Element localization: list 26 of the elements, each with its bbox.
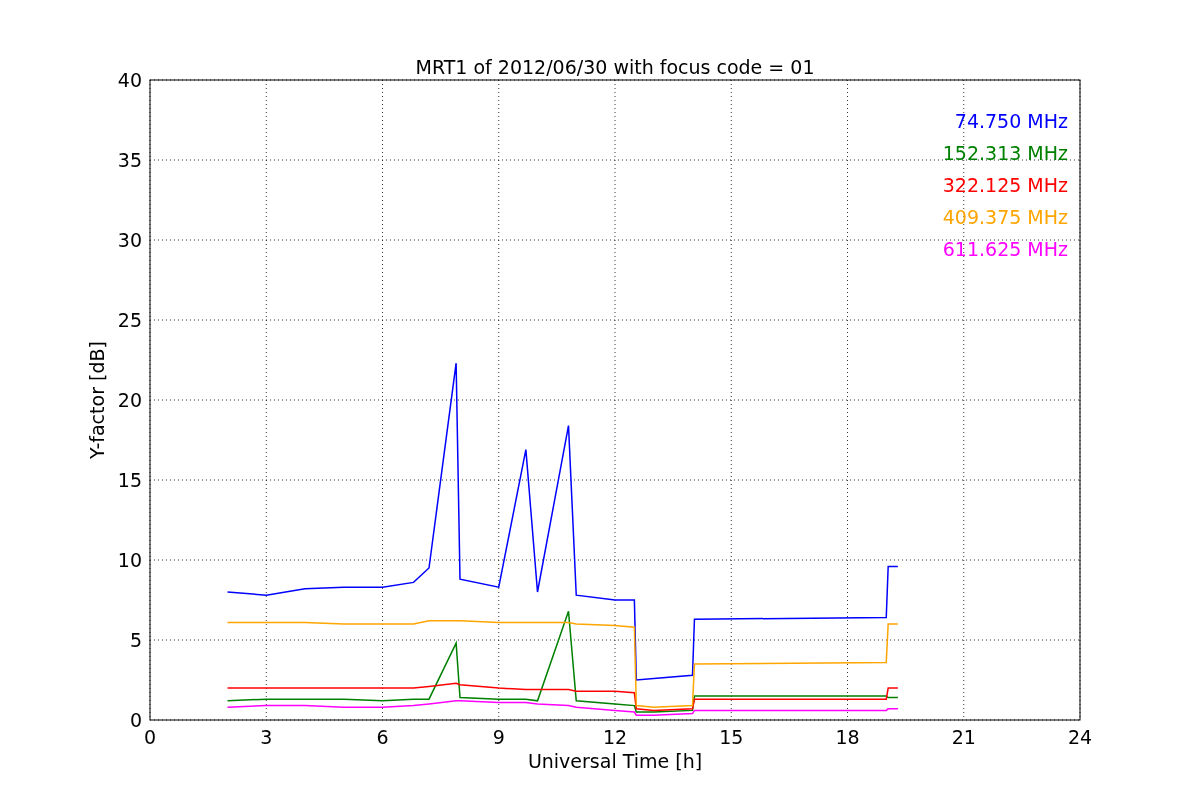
x-tick-label: 12 [602,726,628,748]
legend-label: 409.375 MHz [942,206,1068,228]
y-tick-label: 10 [117,549,142,571]
chart-title: MRT1 of 2012/06/30 with focus code = 01 [415,56,815,78]
legend-label: 74.750 MHz [954,110,1068,132]
y-tick-label: 5 [129,629,142,651]
legend-label: 322.125 MHz [942,174,1068,196]
legend-label: 152.313 MHz [942,142,1068,164]
y-tick-label: 20 [117,389,142,411]
y-axis-label: Y-factor [dB] [86,341,108,459]
y-tick-label: 35 [117,149,142,171]
y-tick-label: 40 [117,69,142,91]
y-tick-label: 0 [129,709,142,731]
x-tick-label: 9 [492,726,505,748]
y-tick-label: 15 [117,469,142,491]
x-tick-label: 21 [951,726,976,748]
x-axis-label: Universal Time [h] [527,750,703,772]
x-tick-label: 15 [719,726,744,748]
y-tick-label: 25 [117,309,142,331]
x-tick-label: 3 [260,726,273,748]
x-tick-label: 24 [1067,726,1093,748]
y-tick-label: 30 [117,229,142,251]
x-tick-label: 0 [143,726,157,748]
legend-label: 611.625 MHz [942,238,1068,260]
x-tick-label: 6 [376,726,389,748]
x-tick-label: 18 [835,726,860,748]
